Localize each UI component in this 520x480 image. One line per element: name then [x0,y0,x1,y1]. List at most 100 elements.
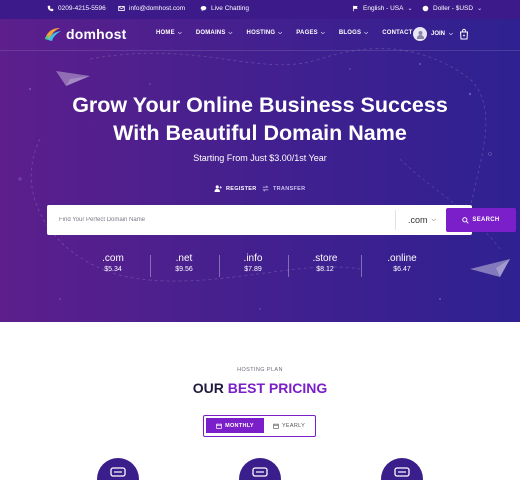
tld-price: $6.47 [393,266,411,273]
nav-item-label: HOME [156,30,175,36]
domain-search-box: .com ⌵ SEARCH [47,205,516,235]
tld-price-item[interactable]: .online $6.47 [367,253,437,273]
nav-item-home[interactable]: HOME ⌵ [156,30,182,36]
search-button[interactable]: SEARCH [446,208,516,232]
nav-item-label: CONTACT [382,30,413,36]
user-plus-icon [214,185,222,192]
calendar-icon [216,423,222,429]
chevron-down-icon: ⌵ [431,216,437,223]
flag-icon [353,5,358,12]
section-eyebrow: HOSTING PLAN [237,367,283,373]
phone-number: 0209-4215-5596 [58,5,106,12]
tld-extension: .net [175,253,193,264]
live-chat-link[interactable]: Live Chatting [200,5,249,12]
tab-yearly[interactable]: YEARLY [264,418,314,433]
join-label: JOIN [431,31,446,37]
price-divider [288,255,289,277]
chevron-down-icon: ⌵ [177,30,182,36]
tab-register[interactable]: REGISTER [214,185,257,192]
tld-price: $7.89 [244,266,262,273]
section-title: OUR BEST PRICING [0,380,520,396]
language-label: English - USA [363,5,404,12]
plan-icon-badge [381,458,423,480]
domain-mode-tabs: REGISTER TRANSFER [0,185,520,195]
email-address: info@domhost.com [129,5,186,12]
tld-price: $8.12 [316,266,334,273]
plan-icon-badge [97,458,139,480]
hero-title-line1: Grow Your Online Business Success [72,93,448,117]
logo[interactable]: domhost [44,26,127,42]
paper-plane-icon [470,259,510,277]
plan-icon-badge [239,458,281,480]
hero-title-line2: With Beautiful Domain Name [113,121,407,145]
tld-extension: .info [243,253,263,264]
price-divider [361,255,362,277]
server-icon [110,467,126,477]
section-title-accent: BEST PRICING [227,380,328,396]
tld-selected-value: .com [408,215,428,225]
currency-label: Doller - $USD [433,5,474,12]
chevron-down-icon: ⌄ [407,6,413,12]
server-icon [252,467,268,477]
billing-toggle: MONTHLY YEARLY [203,415,316,437]
tld-price-item[interactable]: .store $8.12 [290,253,360,273]
logo-text: domhost [66,26,127,42]
phone-contact[interactable]: 0209-4215-5596 [47,5,106,12]
search-button-label: SEARCH [472,217,500,223]
chevron-down-icon: ⌵ [449,31,453,37]
nav-item-domains[interactable]: DOMAINS ⌵ [196,30,233,36]
tab-yearly-label: YEARLY [281,422,306,429]
currency-selector[interactable]: Doller - $USD ⌄ [422,5,482,12]
user-icon [413,27,427,41]
nav-menu: HOME ⌵ DOMAINS ⌵ HOSTING ⌵ PAGES ⌵ BLOGS ⌵ CO… [156,30,426,36]
logo-mark-icon [45,28,61,41]
calendar-icon [273,423,279,429]
main-nav: domhost HOME ⌵ DOMAINS ⌵ HOSTING ⌵ PAGES ⌵ B… [0,19,520,51]
tld-price: $9.56 [175,266,193,273]
tab-register-label: REGISTER [226,185,257,192]
domain-search-input[interactable] [59,205,339,235]
join-button[interactable]: JOIN ⌵ [413,27,453,41]
tld-select[interactable]: .com ⌵ [395,210,436,230]
tld-price-item[interactable]: .com $5.34 [78,253,148,273]
coin-icon [422,5,429,12]
phone-icon [47,5,54,12]
section-title-plain: OUR [192,380,228,396]
hero-section: domhost HOME ⌵ DOMAINS ⌵ HOSTING ⌵ PAGES ⌵ B… [0,19,520,322]
transfer-icon [262,185,269,192]
tld-price-item[interactable]: .net $9.56 [149,253,219,273]
chevron-down-icon: ⌵ [320,30,325,36]
nav-item-label: DOMAINS [195,30,226,36]
chat-icon [200,6,207,12]
nav-item-label: BLOGS [338,30,362,36]
cart-icon[interactable] [459,28,469,40]
tab-monthly[interactable]: MONTHLY [206,418,264,433]
tld-extension: .store [312,253,338,264]
chevron-down-icon: ⌄ [477,6,483,12]
nav-item-blogs[interactable]: BLOGS ⌵ [339,30,368,36]
nav-item-label: PAGES [296,30,318,36]
chevron-down-icon: ⌵ [364,30,369,36]
mail-icon [118,5,125,12]
hero-subtitle: Starting From Just $3.00/1st Year [193,153,327,163]
nav-item-label: HOSTING [246,30,276,36]
language-selector[interactable]: English - USA ⌄ [352,5,413,12]
hero-title: Grow Your Online Business Success With B… [0,91,520,147]
tab-monthly-label: MONTHLY [225,422,254,429]
tld-price-list: .com $5.34 .net $9.56 .info $7.89 .store… [78,253,450,281]
nav-item-hosting[interactable]: HOSTING ⌵ [247,30,283,36]
tld-extension: .com [102,253,124,264]
nav-item-pages[interactable]: PAGES ⌵ [296,30,325,36]
tld-price-item[interactable]: .info $7.89 [218,253,288,273]
nav-item-contact[interactable]: CONTACT [382,30,412,36]
email-contact[interactable]: info@domhost.com [118,5,185,12]
tld-price: $5.34 [104,266,122,273]
server-icon [394,467,410,477]
chevron-down-icon: ⌵ [278,30,283,36]
top-bar: 0209-4215-5596 info@domhost.com Live Cha… [0,0,520,19]
tld-extension: .online [387,253,417,264]
tab-transfer-label: TRANSFER [273,185,306,192]
paper-plane-icon [56,71,90,86]
chat-label: Live Chatting [211,5,249,12]
tab-transfer[interactable]: TRANSFER [262,185,305,192]
